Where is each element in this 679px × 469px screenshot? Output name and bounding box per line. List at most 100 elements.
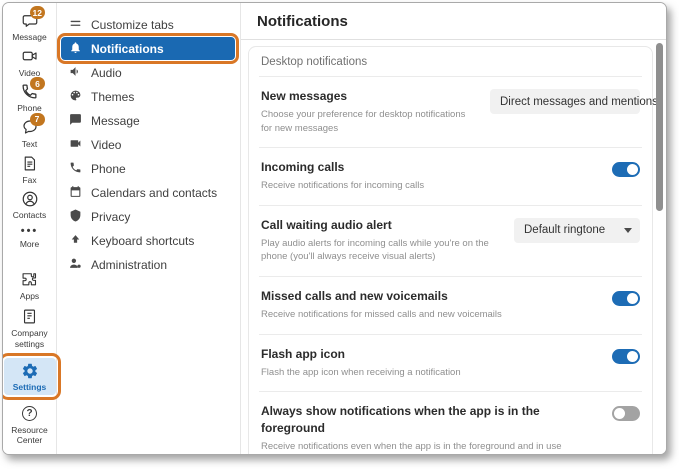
setting-title: Flash app icon xyxy=(261,346,346,361)
menu-item-customize-tabs[interactable]: Customize tabs xyxy=(57,13,240,36)
settings-gear-icon xyxy=(21,362,39,380)
new-messages-dropdown[interactable]: Direct messages and mentions xyxy=(490,89,666,114)
keyboard-shortcut-key-icon xyxy=(69,233,82,249)
shield-icon xyxy=(69,209,82,225)
rail-item-fax[interactable]: Fax xyxy=(4,154,56,186)
palette-icon xyxy=(69,89,82,105)
more-dots-icon: ••• xyxy=(20,224,39,237)
rail-item-text[interactable]: 7 Text xyxy=(4,112,56,150)
chat-bubble-icon xyxy=(69,113,82,129)
setting-title: New messages xyxy=(261,89,348,103)
rail-item-more[interactable]: ••• More xyxy=(4,225,56,250)
setting-row-incoming-calls: Incoming calls Receive notifications for… xyxy=(259,148,642,206)
setting-row-flash-app-icon: Flash app icon Flash the app icon when r… xyxy=(259,335,642,393)
setting-description: Flash the app icon when receiving a noti… xyxy=(261,366,461,378)
menu-item-label: Themes xyxy=(91,89,135,104)
calendar-icon xyxy=(69,185,82,201)
vertical-scrollbar[interactable] xyxy=(656,43,663,211)
setting-title: Call waiting audio alert xyxy=(261,217,392,232)
setting-row-foreground-notifications: Always show notifications when the app i… xyxy=(259,392,642,454)
flash-app-icon-toggle[interactable] xyxy=(612,348,640,364)
foreground-notifications-toggle[interactable] xyxy=(612,406,640,422)
menu-item-calendars-and-contacts[interactable]: Calendars and contacts xyxy=(57,181,240,204)
rail-top-group: 12 Message Video 6 Phone 7 Text Fax Cont… xyxy=(3,3,56,249)
text-unread-badge: 7 xyxy=(29,112,45,126)
chevron-down-icon xyxy=(665,99,666,104)
rail-item-label: More xyxy=(19,238,40,249)
menu-item-keyboard-shortcuts[interactable]: Keyboard shortcuts xyxy=(57,229,240,252)
bell-icon xyxy=(69,41,82,57)
menu-item-message[interactable]: Message xyxy=(57,109,240,132)
rail-item-label: Apps xyxy=(19,291,40,302)
left-icon-rail: 12 Message Video 6 Phone 7 Text Fax Cont… xyxy=(3,3,61,454)
menu-item-privacy[interactable]: Privacy xyxy=(57,205,240,228)
desktop-notifications-card: Desktop notifications New messages Choos… xyxy=(248,46,666,454)
menu-item-label: Administration xyxy=(91,257,168,272)
menu-item-label: Customize tabs xyxy=(91,17,174,32)
rail-item-label: Company settings xyxy=(11,327,48,349)
menu-item-label: Privacy xyxy=(91,209,131,224)
setting-row-new-messages: New messages Choose your preference for … xyxy=(259,77,666,149)
setting-description: Choose your preference for desktop notif… xyxy=(261,108,466,134)
panel-header: Notifications xyxy=(241,3,666,40)
call-waiting-ringtone-dropdown[interactable]: Default ringtone xyxy=(514,217,640,243)
videocam-icon xyxy=(69,137,82,153)
company-settings-icon xyxy=(21,308,38,325)
rail-item-company-settings[interactable]: Company settings xyxy=(4,307,56,349)
section-label: Desktop notifications xyxy=(259,47,642,77)
phone-unread-badge: 6 xyxy=(30,77,45,91)
admin-person-icon xyxy=(69,257,82,273)
setting-description: Receive notifications even when the app … xyxy=(261,440,562,452)
rail-item-phone[interactable]: 6 Phone xyxy=(4,77,56,114)
menu-item-administration[interactable]: Administration xyxy=(57,253,240,276)
notifications-panel: Notifications Desktop notifications New … xyxy=(241,3,666,454)
rail-item-resource-center[interactable]: ? Resource Center xyxy=(4,404,56,446)
rail-item-settings[interactable]: Settings xyxy=(3,353,61,400)
menu-item-label: Video xyxy=(91,137,122,152)
rail-item-video[interactable]: Video xyxy=(4,47,56,79)
menu-item-notifications[interactable]: Notifications xyxy=(57,33,239,64)
menu-item-phone[interactable]: Phone xyxy=(57,157,240,180)
chevron-down-icon xyxy=(624,227,632,233)
rail-item-label: Contacts xyxy=(12,210,47,221)
menu-item-audio[interactable]: Audio xyxy=(57,61,240,84)
menu-item-label: Phone xyxy=(91,161,126,176)
customize-tabs-icon xyxy=(69,17,82,33)
missed-calls-toggle[interactable] xyxy=(612,291,640,307)
menu-item-themes[interactable]: Themes xyxy=(57,85,240,108)
menu-item-label: Message xyxy=(91,113,140,128)
phone-icon xyxy=(69,161,82,177)
settings-menu: Customize tabs Notifications Audio Theme… xyxy=(57,3,241,454)
video-icon xyxy=(21,47,39,65)
incoming-calls-toggle[interactable] xyxy=(612,162,640,178)
setting-title: Incoming calls xyxy=(261,160,345,175)
menu-item-label: Notifications xyxy=(91,41,164,56)
dropdown-selected-value: Default ringtone xyxy=(524,224,606,237)
rail-bottom-group: Apps Company settings Settings ? Resourc… xyxy=(3,270,61,446)
speaker-icon xyxy=(69,65,82,81)
rail-item-apps[interactable]: Apps xyxy=(4,270,56,302)
menu-item-video[interactable]: Video xyxy=(57,133,240,156)
setting-row-call-waiting-audio-alert: Call waiting audio alert Play audio aler… xyxy=(259,206,642,278)
menu-item-label: Audio xyxy=(91,65,122,80)
setting-description: Receive notifications for missed calls a… xyxy=(261,309,502,321)
rail-item-label: Message xyxy=(12,32,47,42)
setting-description: Play audio alerts for incoming calls whi… xyxy=(261,237,489,263)
rail-item-message[interactable]: 12 Message xyxy=(4,6,56,43)
setting-title: Always show notifications when the app i… xyxy=(261,404,540,436)
toggle-knob xyxy=(627,293,638,305)
toggle-knob xyxy=(627,350,638,362)
message-unread-badge: 12 xyxy=(29,6,45,19)
setting-description: Receive notifications for incoming calls xyxy=(261,180,425,192)
page-title: Notifications xyxy=(257,12,348,30)
question-mark-icon: ? xyxy=(22,405,37,421)
app-window: 12 Message Video 6 Phone 7 Text Fax Cont… xyxy=(2,2,667,455)
toggle-knob xyxy=(614,408,625,420)
menu-item-label: Keyboard shortcuts xyxy=(91,233,195,248)
rail-item-contacts[interactable]: Contacts xyxy=(4,189,56,221)
contacts-icon xyxy=(21,190,39,208)
fax-icon xyxy=(21,155,38,172)
rail-item-label: Settings xyxy=(12,382,47,393)
setting-row-missed-calls-voicemails: Missed calls and new voicemails Receive … xyxy=(259,277,642,335)
setting-title: Missed calls and new voicemails xyxy=(261,289,448,304)
